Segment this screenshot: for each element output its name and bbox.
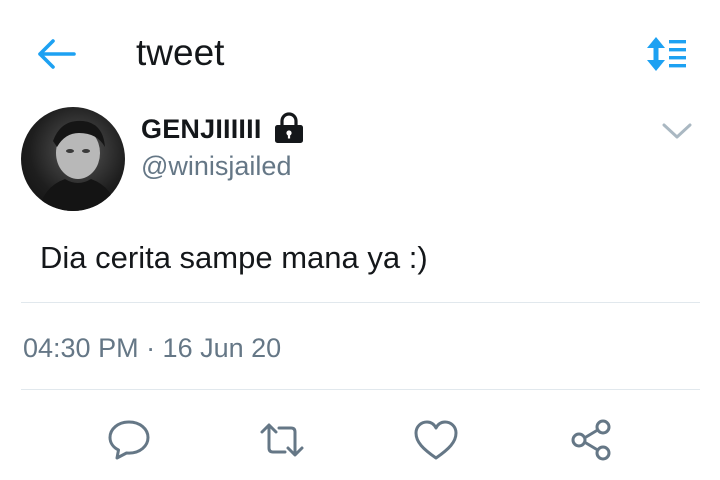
retweet-button[interactable] [258,416,306,464]
sort-toggle-icon [647,37,686,71]
share-icon [571,419,611,461]
speech-bubble-icon [108,420,150,460]
like-button[interactable] [412,416,460,464]
username[interactable]: @winisjailed [141,151,291,182]
more-options-button[interactable] [660,118,694,144]
arrow-left-icon [38,39,76,69]
top-bar: tweet [0,0,720,104]
sort-toggle-button[interactable] [642,34,692,74]
chevron-down-icon [662,123,692,139]
back-button[interactable] [36,34,80,74]
share-button[interactable] [567,416,615,464]
retweet-icon [260,423,304,457]
divider [21,302,700,303]
reply-button[interactable] [105,416,153,464]
avatar-photo [39,120,117,211]
tweet-text: Dia cerita sampe mana ya :) [40,240,428,275]
display-name[interactable]: GENJIIIIII [141,114,262,145]
page-title: tweet [136,32,225,73]
lock-icon [275,112,303,143]
divider [21,389,700,390]
avatar[interactable] [21,107,125,211]
heart-icon [414,420,458,460]
tweet-timestamp[interactable]: 04:30 PM · 16 Jun 20 [23,333,281,364]
